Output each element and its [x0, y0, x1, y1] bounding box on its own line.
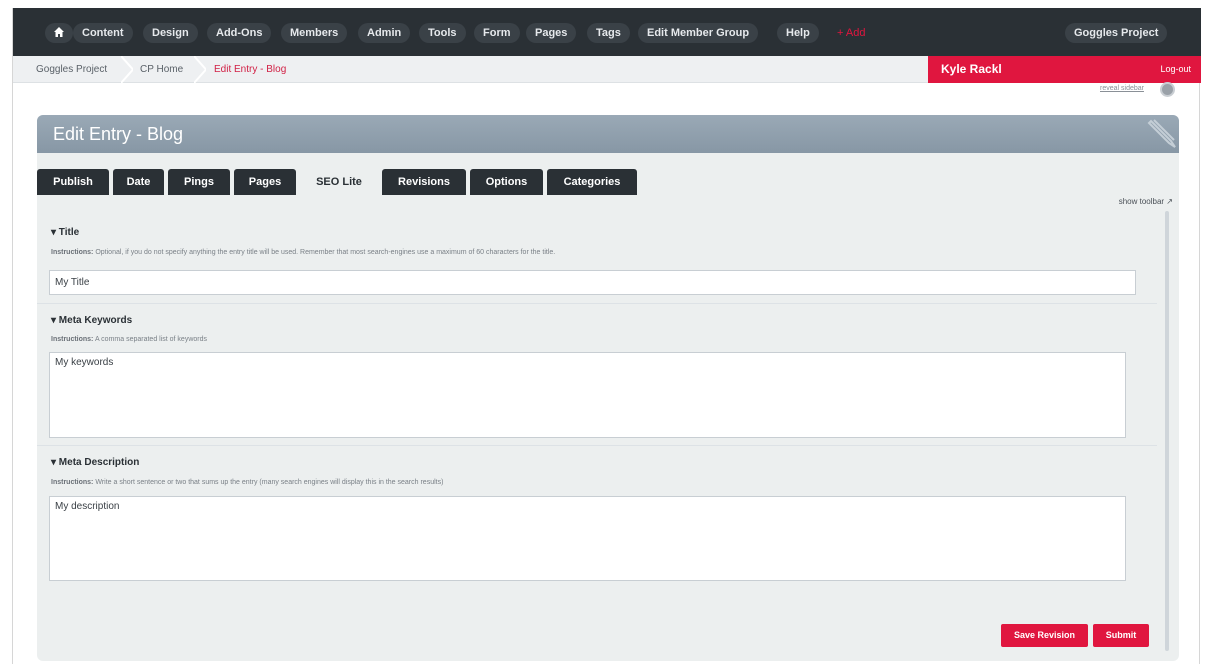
- tab-revisions[interactable]: Revisions: [382, 169, 466, 195]
- nav-edit-member-group[interactable]: Edit Member Group: [638, 23, 759, 43]
- nav-form[interactable]: Form: [474, 23, 520, 43]
- top-nav: Content Design Add-Ons Members Admin Too…: [13, 8, 1201, 56]
- show-toolbar-link[interactable]: show toolbar ↗: [1119, 197, 1173, 206]
- section-divider: [37, 445, 1157, 446]
- nav-add-ons[interactable]: Add-Ons: [207, 23, 272, 43]
- breadcrumb-separator-icon: [121, 56, 133, 83]
- breadcrumb-item[interactable]: Goggles Project: [36, 56, 107, 83]
- breadcrumb-current: Edit Entry - Blog: [214, 64, 287, 75]
- meta-description-section: ▾ Meta Description Instructions: Write a…: [47, 452, 1153, 584]
- save-revision-button[interactable]: Save Revision: [1001, 624, 1088, 647]
- title-input[interactable]: [49, 270, 1136, 295]
- scrollbar[interactable]: [1165, 211, 1169, 651]
- instructions-prefix: Instructions:: [51, 249, 94, 256]
- meta-keywords-instructions: Instructions: A comma separated list of …: [51, 336, 207, 343]
- title-section: ▾ Title Instructions: Optional, if you d…: [47, 221, 1153, 301]
- breadcrumb-item[interactable]: CP Home: [140, 56, 183, 83]
- nav-design[interactable]: Design: [143, 23, 198, 43]
- tab-categories[interactable]: Categories: [547, 169, 637, 195]
- page-title: Edit Entry - Blog: [53, 124, 184, 144]
- home-button[interactable]: [45, 23, 73, 43]
- panel-header: Edit Entry - Blog: [37, 115, 1179, 153]
- title-instructions: Instructions: Optional, if you do not sp…: [51, 249, 555, 256]
- instructions-prefix: Instructions:: [51, 336, 94, 343]
- nav-content[interactable]: Content: [73, 23, 133, 43]
- section-divider: [37, 303, 1157, 304]
- nav-tools[interactable]: Tools: [419, 23, 466, 43]
- instructions-text: Optional, if you do not specify anything…: [95, 249, 556, 256]
- submit-button[interactable]: Submit: [1093, 624, 1149, 647]
- site-name-button[interactable]: Goggles Project: [1065, 23, 1168, 43]
- app-window: Content Design Add-Ons Members Admin Too…: [12, 8, 1201, 664]
- meta-description-textarea[interactable]: My description: [49, 496, 1126, 581]
- tab-pings[interactable]: Pings: [168, 169, 230, 195]
- nav-tags[interactable]: Tags: [587, 23, 630, 43]
- breadcrumb-separator-icon: [194, 56, 206, 83]
- home-icon: [54, 27, 64, 37]
- instructions-text: Write a short sentence or two that sums …: [95, 479, 444, 486]
- reveal-sidebar-link[interactable]: reveal sidebar: [1100, 85, 1144, 92]
- nav-members[interactable]: Members: [281, 23, 348, 43]
- meta-description-label[interactable]: ▾ Meta Description: [51, 457, 139, 468]
- reveal-sidebar-icon[interactable]: [1160, 82, 1175, 97]
- meta-keywords-section: ▾ Meta Keywords Instructions: A comma se…: [47, 310, 1153, 440]
- edit-entry-panel: Edit Entry - Blog Publish Date Pings Pag…: [37, 115, 1179, 661]
- nav-pages[interactable]: Pages: [526, 23, 577, 43]
- user-bar: Kyle Rackl Log-out: [928, 56, 1201, 83]
- user-name[interactable]: Kyle Rackl: [941, 56, 1002, 83]
- nav-help[interactable]: Help: [777, 23, 819, 43]
- instructions-prefix: Instructions:: [51, 479, 94, 486]
- show-toolbar-label: show toolbar: [1118, 197, 1165, 206]
- logout-link[interactable]: Log-out: [1160, 56, 1191, 83]
- meta-description-instructions: Instructions: Write a short sentence or …: [51, 479, 443, 486]
- tab-options[interactable]: Options: [470, 169, 543, 195]
- tab-seo-lite[interactable]: SEO Lite: [300, 169, 378, 195]
- title-label[interactable]: ▾ Title: [51, 227, 79, 238]
- meta-keywords-label[interactable]: ▾ Meta Keywords: [51, 315, 132, 326]
- nav-admin[interactable]: Admin: [358, 23, 411, 43]
- nav-add[interactable]: + Add: [828, 23, 874, 43]
- instructions-text: A comma separated list of keywords: [94, 336, 208, 343]
- meta-keywords-textarea[interactable]: My keywords: [49, 352, 1126, 438]
- tab-date[interactable]: Date: [113, 169, 164, 195]
- tab-pages[interactable]: Pages: [234, 169, 296, 195]
- tab-publish[interactable]: Publish: [37, 169, 109, 195]
- pencil-icon: [1147, 119, 1176, 148]
